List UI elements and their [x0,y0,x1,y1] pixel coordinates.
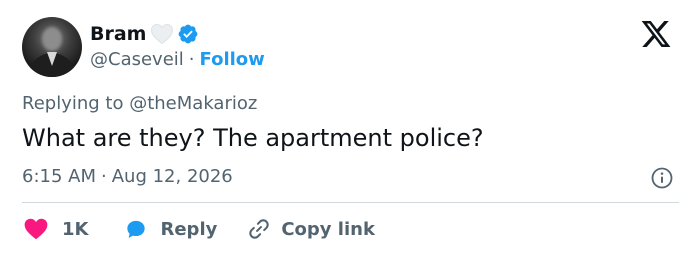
replying-mention-link[interactable]: @theMakarioz [129,93,257,114]
heart-icon [22,215,50,243]
tweet-time: 6:15 AM [22,166,96,187]
author-handle-row: @Caseveil · Follow [90,48,265,72]
divider [22,202,679,203]
handle-separator: · [188,49,195,70]
timestamp-separator: · [101,166,107,187]
verified-badge-icon[interactable] [177,23,199,45]
tweet-date: Aug 12, 2026 [111,166,233,187]
x-logo-icon[interactable] [640,18,672,50]
white-heart-icon [150,23,174,45]
like-count: 1K [62,218,89,240]
reply-label: Reply [160,218,218,240]
info-icon[interactable] [650,166,674,190]
tweet-timestamp[interactable]: 6:15 AM · Aug 12, 2026 [22,165,233,189]
author-handle[interactable]: @Caseveil [90,49,184,70]
like-button[interactable]: 1K [22,215,88,243]
reply-bubble-icon [122,215,150,243]
copy-link-label: Copy link [281,218,375,240]
author-name[interactable]: Bram [90,22,146,46]
tweet-card: Bram @Caseveil · Follow Replying to @theMa… [0,0,700,256]
action-bar: 1K Reply Copy link [22,214,375,244]
link-icon [245,215,273,243]
follow-button[interactable]: Follow [200,49,265,70]
copy-link-button[interactable]: Copy link [245,215,375,243]
avatar-head [42,27,62,51]
replying-prefix: Replying to [22,93,124,114]
replying-to-line: Replying to @theMakarioz [22,92,257,116]
author-name-row: Bram [90,22,199,46]
reply-button[interactable]: Reply [122,215,217,243]
avatar[interactable] [22,17,82,77]
tweet-text: What are they? The apartment police? [22,124,484,152]
